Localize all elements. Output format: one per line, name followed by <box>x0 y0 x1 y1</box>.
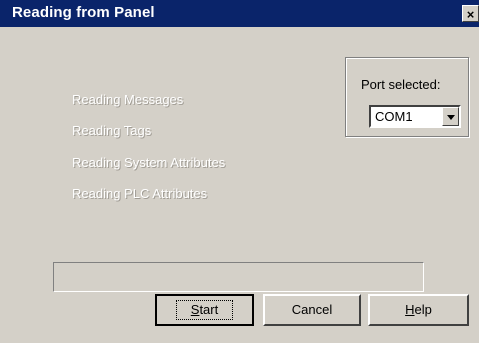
port-group-box: Port selected: COM1 <box>345 57 469 137</box>
help-button-label: Help <box>405 302 432 317</box>
close-button[interactable]: × <box>462 5 479 22</box>
port-value: COM1 <box>375 109 413 124</box>
progress-bar <box>53 262 424 292</box>
step-reading-plc-attributes: Reading PLC Attributes <box>72 186 208 201</box>
port-label: Port selected: <box>361 77 441 92</box>
help-button[interactable]: Help <box>368 294 469 326</box>
step-reading-tags: Reading Tags <box>72 123 152 138</box>
cancel-button[interactable]: Cancel <box>263 294 361 326</box>
close-icon: × <box>466 7 475 22</box>
title-bar[interactable]: Reading from Panel × <box>0 0 479 27</box>
step-reading-messages: Reading Messages <box>72 92 184 107</box>
start-button[interactable]: Start <box>155 294 254 326</box>
port-select[interactable]: COM1 <box>369 105 461 128</box>
cancel-button-label: Cancel <box>291 302 333 317</box>
step-reading-system-attributes: Reading System Attributes <box>72 155 226 170</box>
chevron-down-icon[interactable] <box>442 107 459 126</box>
reading-panel-dialog: Reading from Panel × Reading Messages Re… <box>0 0 479 343</box>
window-title: Reading from Panel <box>12 4 155 21</box>
start-button-label: Start <box>175 300 234 320</box>
